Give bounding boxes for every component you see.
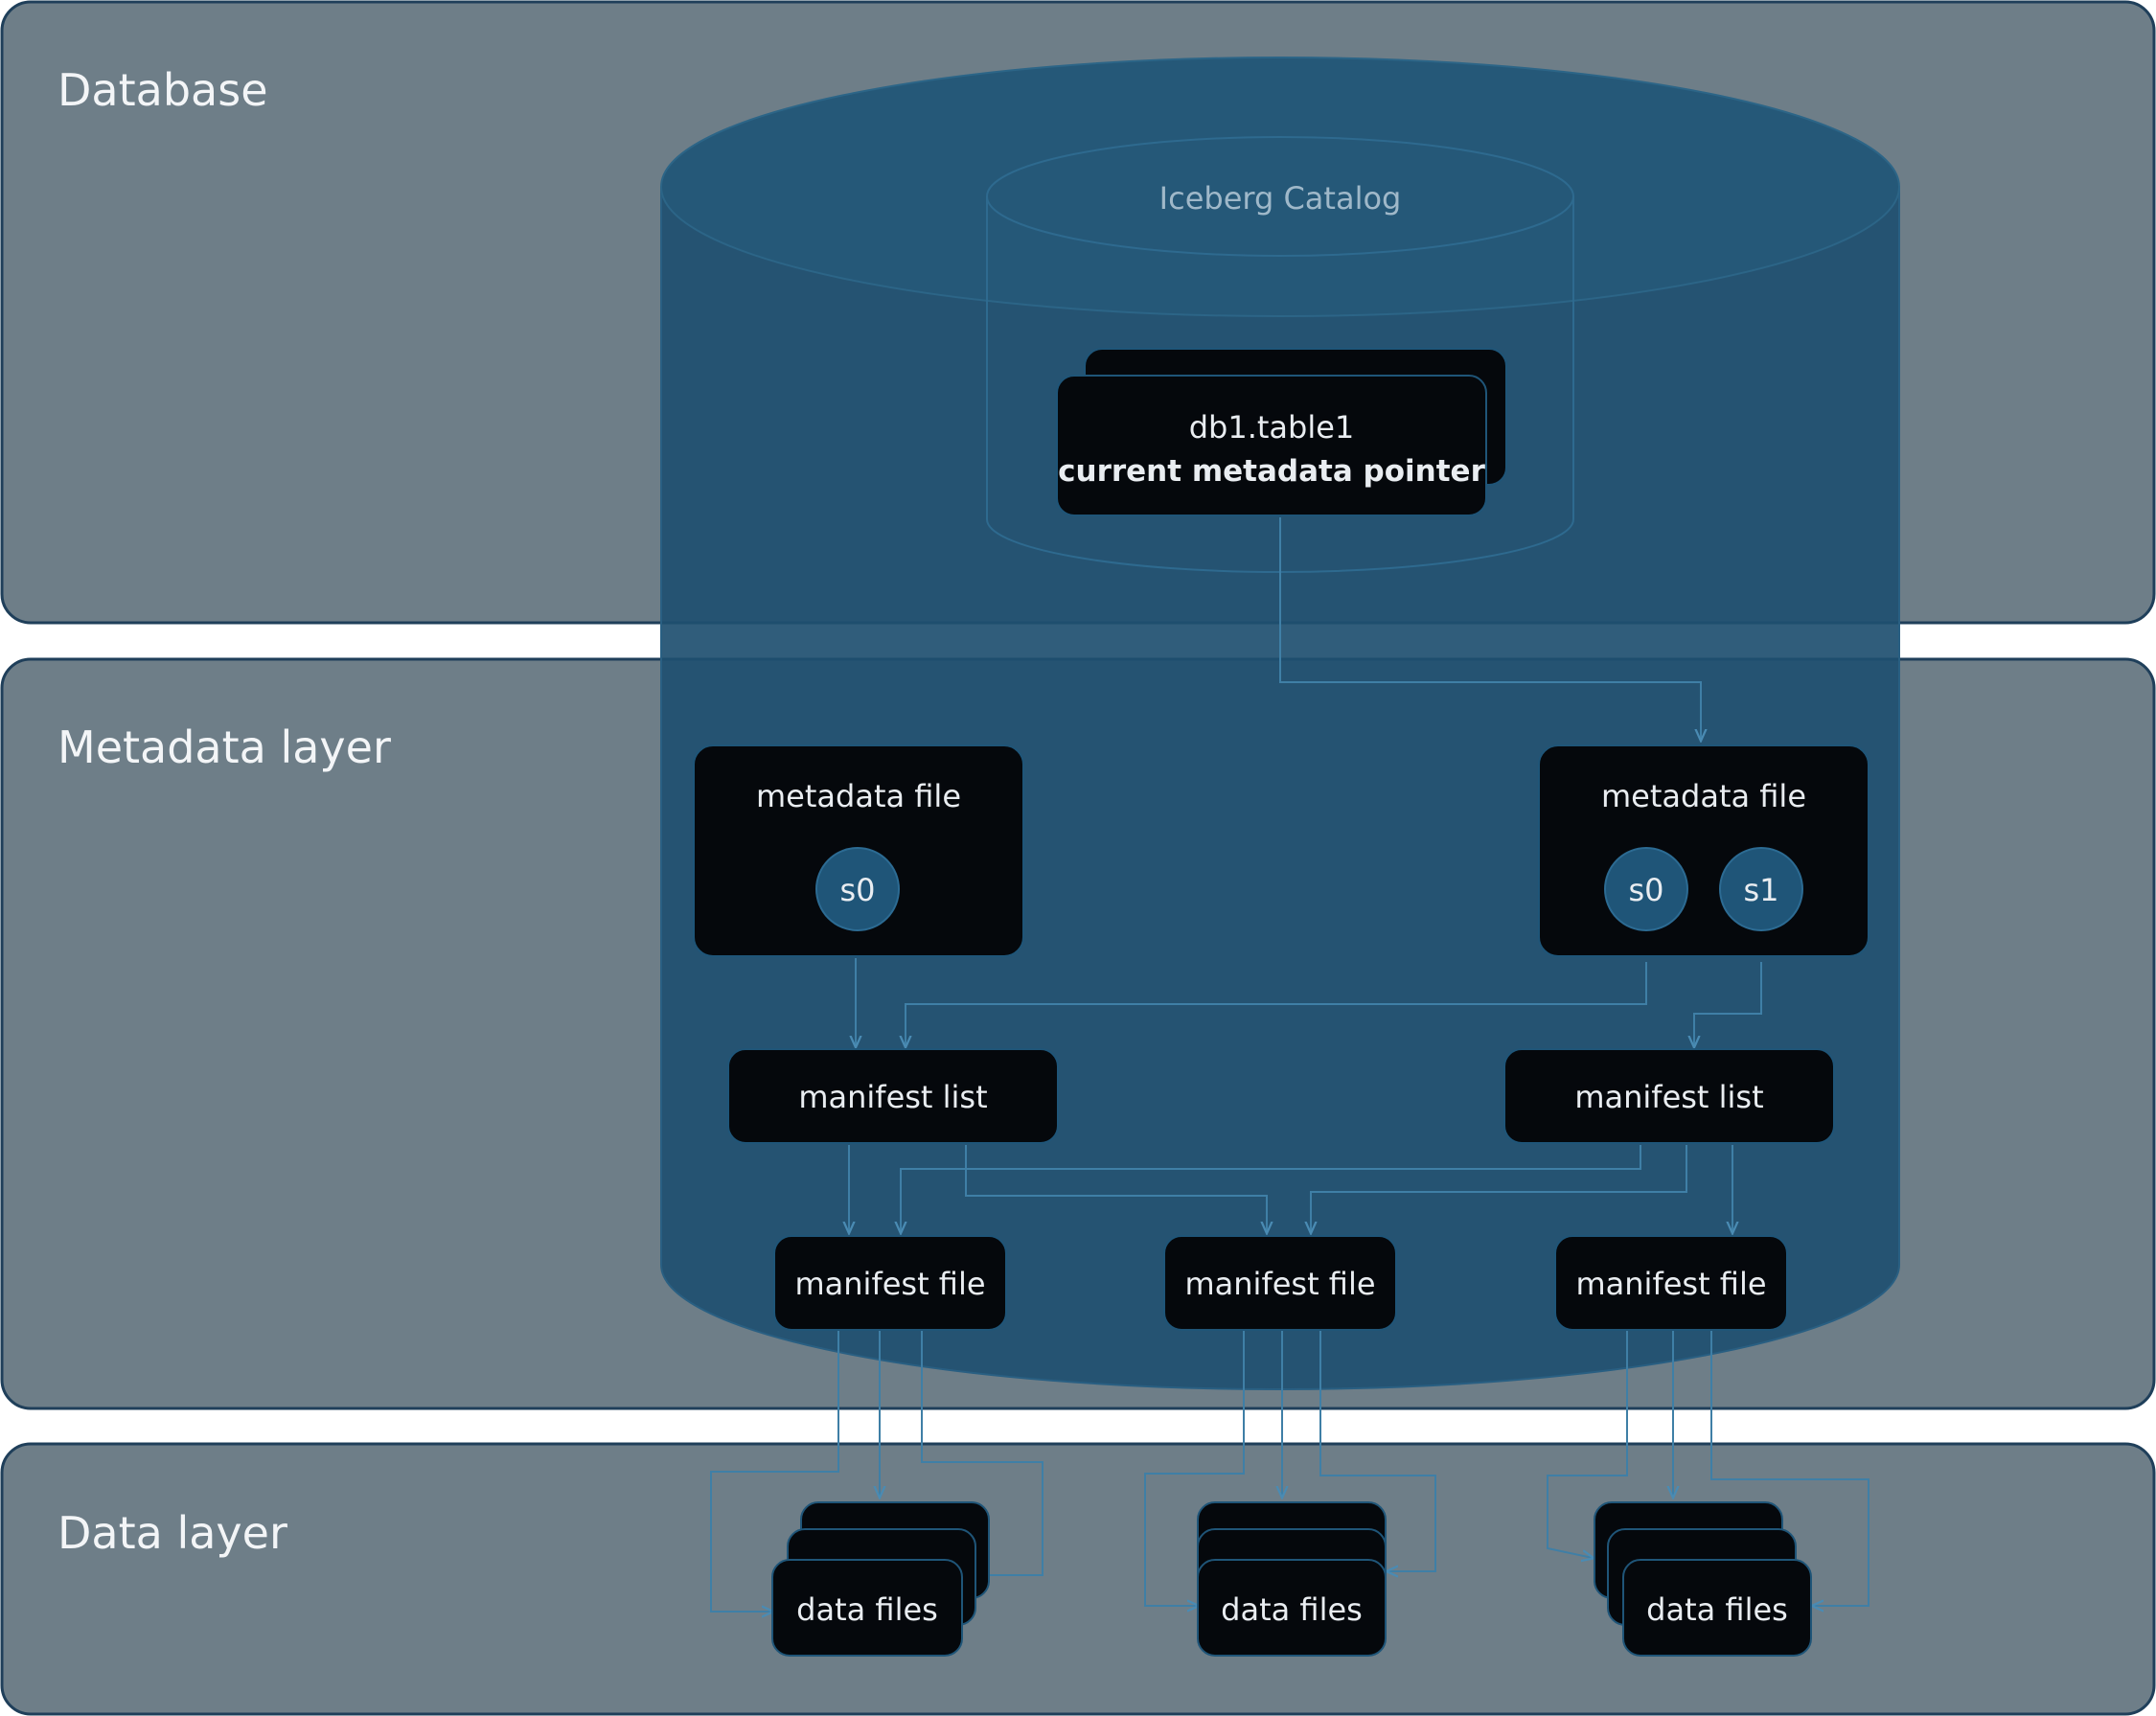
database-cylinder — [660, 57, 1900, 1390]
pointer-table-name: db1.table1 — [1189, 409, 1355, 446]
manifest-list-label: manifest list — [798, 1079, 987, 1115]
metadata-file-label: metadata file — [1601, 778, 1806, 814]
snapshot-label: s0 — [839, 872, 875, 908]
data-files-label: data files — [1646, 1591, 1788, 1628]
pointer-description: current metadata pointer — [1058, 454, 1485, 489]
manifest-file-label: manifest file — [1184, 1266, 1375, 1302]
manifest-list-right: manifest list — [1503, 1048, 1835, 1144]
manifest-file-label: manifest file — [1575, 1266, 1766, 1302]
iceberg-architecture-diagram: Database Metadata layer Data layer Icebe… — [0, 0, 2156, 1716]
data-files-2: data files — [1197, 1501, 1387, 1657]
metadata-pointer-box: db1.table1 current metadata pointer — [1056, 348, 1507, 516]
data-files-label: data files — [1221, 1591, 1363, 1628]
metadata-file-left: metadata file s0 — [693, 744, 1024, 957]
metadata-layer-title: Metadata layer — [57, 721, 391, 773]
data-files-3: data files — [1594, 1501, 1812, 1657]
metadata-file-label: metadata file — [756, 778, 961, 814]
iceberg-catalog-label: Iceberg Catalog — [1159, 180, 1402, 217]
manifest-file-1: manifest file — [773, 1235, 1007, 1331]
snapshot-label: s1 — [1743, 872, 1778, 908]
snapshot-label: s0 — [1628, 872, 1663, 908]
manifest-file-label: manifest file — [794, 1266, 985, 1302]
metadata-file-right: metadata file s0 s1 — [1538, 744, 1869, 957]
manifest-list-label: manifest list — [1574, 1079, 1763, 1115]
manifest-file-3: manifest file — [1554, 1235, 1788, 1331]
manifest-file-2: manifest file — [1163, 1235, 1397, 1331]
data-layer-title: Data layer — [57, 1507, 287, 1559]
data-files-label: data files — [796, 1591, 938, 1628]
database-title: Database — [57, 64, 268, 116]
data-files-1: data files — [771, 1501, 990, 1657]
manifest-list-left: manifest list — [727, 1048, 1059, 1144]
data-layer-panel — [0, 1442, 2156, 1716]
